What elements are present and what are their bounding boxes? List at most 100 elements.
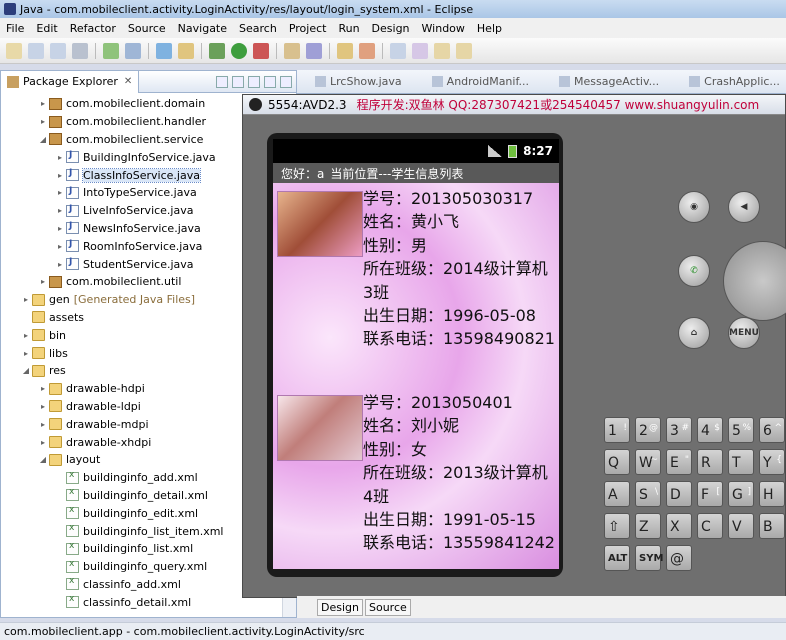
camera-button[interactable]: ◉ [678,191,710,223]
view-menu-icon[interactable] [248,75,260,88]
brush-icon[interactable] [359,42,375,59]
tree-item[interactable]: ▸ gen [Generated Java Files] [1,291,282,309]
tree-item[interactable]: buildinginfo_detail.xml [1,487,282,505]
search-icon[interactable] [284,42,300,59]
volume-button[interactable]: ◀ [728,191,760,223]
editor-tab[interactable]: AndroidManif... [414,71,541,93]
expand-arrow-icon[interactable]: ▸ [54,188,66,197]
collapse-all-icon[interactable] [216,75,228,88]
keyboard-key[interactable]: Q [604,449,630,475]
package-explorer-tab[interactable]: Package Explorer ✕ [1,70,140,93]
perspective-icon[interactable] [390,42,406,59]
annotation-icon[interactable] [306,42,322,59]
link-icon[interactable] [412,42,428,59]
keyboard-key[interactable]: G] [728,481,754,507]
expand-arrow-icon[interactable]: ▸ [37,420,49,429]
list-item[interactable]: 学号：2013050303​17 姓名：黄小飞 性别：男 所在班级：2014级计算机3… [273,187,559,387]
tree-item[interactable]: ▸ drawable-xhdpi [1,433,282,451]
folder-icon[interactable] [337,42,353,59]
expand-arrow-icon[interactable]: ◢ [37,455,49,464]
keyboard-key[interactable]: @ [666,545,692,571]
menu-item-project[interactable]: Project [283,22,333,35]
keyboard-key[interactable]: ⇧ [604,513,630,539]
expand-arrow-icon[interactable]: ▸ [20,331,32,340]
editor-tab[interactable]: LrcShow.java [297,71,414,93]
menu-item-file[interactable]: File [0,22,30,35]
tree-item[interactable]: buildinginfo_query.xml [1,558,282,576]
tree-item[interactable]: ▸ RoomInfoService.java [1,237,282,255]
expand-arrow-icon[interactable]: ▸ [54,171,66,180]
keyboard-key[interactable]: H [759,481,785,507]
expand-arrow-icon[interactable]: ▸ [37,117,49,126]
tree-item[interactable]: ▸ ClassInfoService.java [1,166,282,184]
tree-item[interactable]: ▸ drawable-hdpi [1,380,282,398]
keyboard-key[interactable]: 5% [728,417,754,443]
expand-arrow-icon[interactable]: ◢ [20,366,32,375]
tree-item[interactable]: buildinginfo_edit.xml [1,504,282,522]
expand-arrow-icon[interactable]: ▸ [37,384,49,393]
menu-item-navigate[interactable]: Navigate [172,22,233,35]
expand-arrow-icon[interactable]: ▸ [54,153,66,162]
keyboard-key[interactable]: C [697,513,723,539]
menu-item-refactor[interactable]: Refactor [64,22,122,35]
keyboard-key[interactable]: A [604,481,630,507]
home-button[interactable]: ⌂ [678,317,710,349]
expand-arrow-icon[interactable]: ▸ [37,438,49,447]
dpad[interactable] [723,241,786,321]
expand-arrow-icon[interactable]: ▸ [54,260,66,269]
tree-item[interactable]: ▸ bin [1,326,282,344]
keyboard-key[interactable]: ALT [604,545,630,571]
keyboard-key[interactable]: W ~ [635,449,661,475]
tree-item[interactable]: classinfo_add.xml [1,576,282,594]
keyboard-key[interactable]: X [666,513,692,539]
tree-item[interactable]: ▸ com.mobileclient.domain [1,95,282,113]
student-list[interactable]: 学号：2013050303​17 姓名：黄小飞 性别：男 所在班级：2014级计算机3… [273,183,559,569]
expand-arrow-icon[interactable]: ▸ [54,242,66,251]
menu-item-edit[interactable]: Edit [30,22,63,35]
menu-item-search[interactable]: Search [233,22,283,35]
keyboard-key[interactable]: 1! [604,417,630,443]
close-icon[interactable]: ✕ [124,76,132,87]
tree-item[interactable]: ▸ com.mobileclient.util [1,273,282,291]
menu-item-window[interactable]: Window [416,22,471,35]
editor-mode-tab-source[interactable]: Source [364,598,411,616]
keyboard-key[interactable]: R [697,449,723,475]
tree-item[interactable]: ◢ com.mobileclient.service [1,131,282,149]
new-icon[interactable] [6,42,22,59]
keyboard-key[interactable]: S \ [635,481,661,507]
keyboard-key[interactable]: F[ [697,481,723,507]
tree-item[interactable]: ▸ LiveInfoService.java [1,202,282,220]
tree-item[interactable]: assets [1,309,282,327]
expand-arrow-icon[interactable]: ▸ [20,295,32,304]
expand-arrow-icon[interactable]: ▸ [20,349,32,358]
keyboard-key[interactable]: B [759,513,785,539]
tree-item[interactable]: buildinginfo_add.xml [1,469,282,487]
android-sdk-icon[interactable] [103,42,119,59]
tree-item[interactable]: buildinginfo_list.xml [1,540,282,558]
keyboard-key[interactable]: 3 # [666,417,692,443]
phone-screen[interactable]: 8:27 您好：a 当前位置---学生信息列表 学号：2013050303​17… [273,139,559,569]
tree-item[interactable]: ▸ StudentService.java [1,255,282,273]
keyboard-key[interactable]: Z [635,513,661,539]
tree-item[interactable]: ▸ NewsInfoService.java [1,220,282,238]
run-icon[interactable] [231,42,247,59]
tree-item[interactable]: ▸ BuildingInfoService.java [1,148,282,166]
keyboard-key[interactable]: E " [666,449,692,475]
keyboard-key[interactable]: 6 ^ [759,417,785,443]
editor-tab[interactable]: MessageActiv... [541,71,671,93]
open-task-icon[interactable] [178,42,194,59]
back-arrow-icon[interactable] [434,42,450,59]
expand-arrow-icon[interactable]: ▸ [54,206,66,215]
keyboard-key[interactable]: SYM [635,545,663,571]
link-with-editor-icon[interactable] [232,75,244,88]
menu-item-design[interactable]: Design [366,22,416,35]
external-tools-icon[interactable] [253,42,269,59]
keyboard-key[interactable]: V [728,513,754,539]
print-icon[interactable] [72,42,88,59]
save-icon[interactable] [28,42,44,59]
tree-item[interactable]: ◢ res [1,362,282,380]
tree-item[interactable]: classinfo_detail.xml [1,593,282,611]
menu-button[interactable]: MENU [728,317,760,349]
expand-arrow-icon[interactable]: ▸ [37,99,49,108]
forward-arrow-icon[interactable] [456,42,472,59]
